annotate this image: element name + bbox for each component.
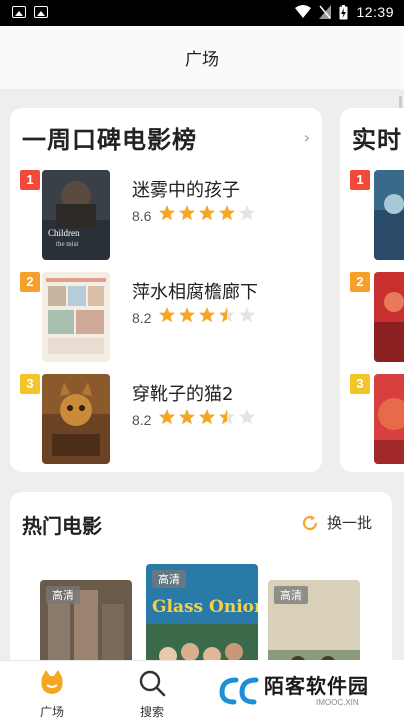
wifi-icon (295, 5, 312, 18)
star-rating (158, 408, 256, 426)
movie-title[interactable]: 穿靴子的猫2 (132, 380, 233, 406)
refresh-label: 换一批 (326, 514, 372, 532)
star-filled-icon (199, 205, 215, 221)
tab-search[interactable]: 搜索 (122, 665, 182, 719)
poster-title-text: Children (48, 228, 80, 238)
weekly-movie-chart-card[interactable]: 一周口碑电影榜 › 1 Children the mist 迷雾中的孩子 8.6… (10, 108, 322, 472)
search-icon (139, 670, 166, 697)
star-filled-icon (179, 409, 195, 425)
star-filled-icon (199, 307, 215, 323)
chevron-right-icon[interactable]: › (304, 128, 310, 147)
star-half-icon (219, 307, 235, 323)
plaza-icon (41, 670, 63, 694)
rank-badge: 3 (350, 374, 370, 394)
movie-poster[interactable] (374, 272, 404, 362)
movie-poster[interactable] (374, 170, 404, 260)
rank-badge: 2 (350, 272, 370, 292)
star-rating (158, 204, 256, 222)
status-bar: 12:39 (0, 0, 404, 26)
movie-row-1[interactable]: 1 Children the mist 迷雾中的孩子 8.6 (20, 170, 322, 266)
star-filled-icon (179, 307, 195, 323)
movie-score: 8.6 (132, 208, 152, 224)
star-filled-icon (179, 205, 195, 221)
app-header: 广场 (0, 26, 404, 90)
star-filled-icon (159, 205, 175, 221)
movie-score: 8.2 (132, 310, 152, 326)
realtime-chart-card[interactable]: 实时 1 2 3 (340, 108, 404, 472)
status-time: 12:39 (356, 4, 394, 20)
hd-badge: 高清 (46, 586, 80, 604)
refresh-batch-button[interactable]: 换一批 (301, 512, 372, 533)
hot-movies-title: 热门电影 (22, 514, 102, 538)
star-empty-icon (239, 307, 255, 323)
watermark-text: 陌客软件园 (264, 674, 369, 698)
star-filled-icon (219, 205, 235, 221)
movie-title[interactable]: 迷雾中的孩子 (132, 176, 240, 202)
card-title: 一周口碑电影榜 (22, 126, 197, 154)
movie-poster-ping-shui[interactable] (42, 272, 110, 362)
poster-subtitle-text: the mist (56, 240, 78, 248)
star-rating (158, 306, 256, 324)
star-half-icon (219, 409, 235, 425)
rank-badge: 1 (20, 170, 40, 190)
no-signal-icon (319, 5, 332, 19)
tab-plaza[interactable]: 广场 (22, 665, 82, 719)
movie-poster-puss-in-boots-2[interactable] (42, 374, 110, 464)
movie-score: 8.2 (132, 412, 152, 428)
refresh-icon (302, 515, 318, 530)
rank-badge: 2 (20, 272, 40, 292)
card-title: 实时 (352, 126, 402, 154)
battery-charging-icon (339, 4, 348, 19)
star-filled-icon (199, 409, 215, 425)
page-title: 广场 (185, 50, 219, 70)
movie-row-3[interactable]: 3 穿靴子的猫2 8.2 (20, 374, 322, 470)
watermark: 陌客软件园 IMOOC.XIN (206, 660, 404, 720)
tab-label: 广场 (39, 705, 64, 719)
movie-poster-children-in-the-mist[interactable]: Children the mist (42, 170, 110, 260)
tab-label: 搜索 (139, 705, 164, 719)
image-notification-icon (34, 6, 48, 18)
hd-badge: 高清 (152, 570, 186, 588)
rank-badge: 1 (350, 170, 370, 190)
movie-row-2[interactable]: 2 萍水相腐檐廊下 8.2 (20, 272, 322, 368)
image-notification-icon (12, 6, 26, 18)
movie-title[interactable]: 萍水相腐檐廊下 (132, 278, 258, 304)
poster-title-text: Glass Onion (152, 597, 258, 617)
star-filled-icon (159, 307, 175, 323)
hd-badge: 高清 (274, 586, 308, 604)
rank-badge: 3 (20, 374, 40, 394)
star-empty-icon (239, 409, 255, 425)
star-empty-icon (239, 205, 255, 221)
movie-poster[interactable] (374, 374, 404, 464)
watermark-subtext: IMOOC.XIN (316, 698, 359, 707)
watermark-logo (219, 677, 259, 705)
star-filled-icon (159, 409, 175, 425)
